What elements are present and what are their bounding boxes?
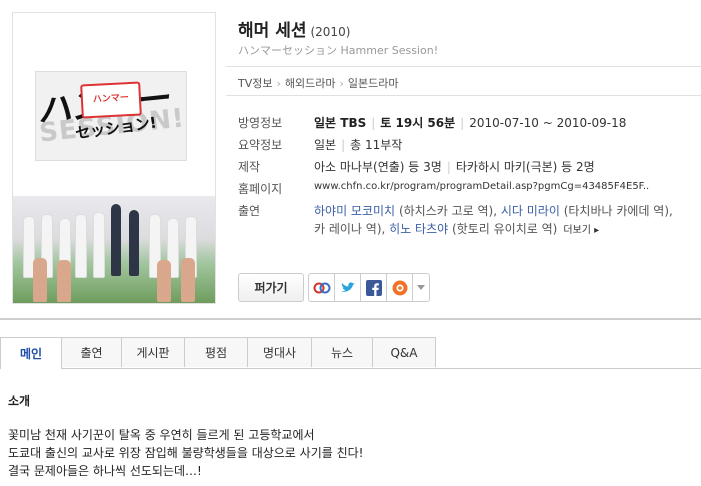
cast-actor-2[interactable]: 시다 미라이 (501, 204, 560, 218)
production-director[interactable]: 아소 마나부(연출) 등 3명 (314, 160, 442, 174)
label-homepage: 홈페이지 (238, 182, 283, 196)
divider-top (226, 66, 701, 67)
breadcrumb-separator: › (339, 77, 344, 90)
synopsis-line-1: 꽃미남 천재 사기꾼이 탈옥 중 우연히 들르게 된 고등학교에서 (8, 428, 315, 442)
page-title: 해머 세션 (2010) (238, 16, 350, 41)
breadcrumb: TV정보 › 해외드라마 › 일본드라마 (238, 75, 399, 91)
tab-rating[interactable]: 평점 (184, 337, 248, 367)
twitter-icon[interactable] (334, 273, 362, 302)
cast-role-3: 카 레이나 역), (314, 222, 386, 236)
link-share-icon[interactable] (308, 273, 336, 302)
breadcrumb-item-tv[interactable]: TV정보 (238, 77, 272, 90)
title-text: 해머 세션 (238, 21, 307, 41)
tab-bar: 메인 출연 게시판 평점 명대사 뉴스 Q&A (0, 337, 701, 369)
homepage-link[interactable]: www.chfn.co.kr/program/programDetail.asp… (314, 181, 649, 192)
section-title-intro: 소개 (8, 394, 31, 408)
value-production: 아소 마나부(연출) 등 3명 | 타카하시 마키(극본) 등 2명 (314, 160, 595, 174)
facebook-icon[interactable] (360, 273, 388, 302)
tab-news[interactable]: 뉴스 (311, 337, 373, 367)
broadcast-period: 2010-07-10 ~ 2010-09-18 (469, 116, 627, 130)
tab-board[interactable]: 게시판 (121, 337, 185, 367)
synopsis-line-2: 도쿄대 출신의 교사로 위장 잠입해 불량학생들을 대상으로 사기를 친다! (8, 446, 364, 460)
original-title: ハンマーセッション Hammer Session! (238, 44, 439, 57)
cast-role-4: (핫토리 유이치로 역) (452, 222, 558, 236)
synopsis-line-3: 결국 문제아들은 하나씩 선도되는데…! (8, 464, 202, 478)
summary-country: 일본 (314, 138, 337, 152)
value-cast-line2: 카 레이나 역), 히노 타츠야 (핫토리 유이치로 역) 더보기 ▸ (314, 220, 599, 237)
poster-sign: ハンマー (80, 81, 142, 119)
value-summary: 일본 | 총 11부작 (314, 138, 403, 152)
tab-qna[interactable]: Q&A (372, 337, 436, 367)
cast-more-link[interactable]: 더보기 ▸ (563, 225, 599, 236)
broadcast-channel: 일본 TBS (314, 116, 367, 130)
summary-episodes: 총 11부작 (350, 138, 403, 152)
production-writer[interactable]: 타카하시 마키(극본) 등 2명 (456, 160, 595, 174)
tab-cast[interactable]: 출연 (61, 337, 122, 367)
title-year: (2010) (310, 25, 351, 39)
cast-actor-3[interactable]: 히노 타츠야 (389, 222, 448, 236)
divider-breadcrumb (226, 95, 701, 96)
cast-role-2: (타치바나 카에데 역), (563, 204, 673, 218)
tab-main[interactable]: 메인 (0, 337, 62, 369)
label-production: 제작 (238, 160, 261, 174)
dropdown-arrow-icon[interactable] (412, 273, 430, 302)
breadcrumb-separator: › (276, 77, 281, 90)
blog-icon[interactable] (386, 273, 414, 302)
breadcrumb-item-foreign[interactable]: 해외드라마 (285, 77, 336, 90)
tab-quotes[interactable]: 명대사 (247, 337, 312, 367)
drama-poster: SESSION! ハンマー セッション! ハンマー (12, 12, 216, 304)
label-summary: 요약정보 (238, 138, 283, 152)
value-broadcast: 일본 TBS | 토 19시 56분 | 2010-07-10 ~ 2010-09-18 (314, 116, 627, 130)
poster-sign-text: ハンマー (92, 93, 130, 105)
share-button[interactable]: 퍼가기 (238, 273, 304, 302)
label-cast: 출연 (238, 204, 261, 218)
value-cast-line1: 하야미 모코미치 (하치스카 고로 역), 시다 미라이 (타치바나 카에데 역… (314, 202, 673, 219)
divider-main (0, 318, 701, 320)
cast-actor-1[interactable]: 하야미 모코미치 (314, 204, 395, 218)
broadcast-schedule: 토 19시 56분 (380, 116, 456, 130)
label-broadcast: 방영정보 (238, 116, 283, 130)
cast-role-1: (하치스카 고로 역), (398, 204, 498, 218)
breadcrumb-item-japan[interactable]: 일본드라마 (348, 77, 399, 90)
poster-cast-photo (13, 196, 215, 303)
